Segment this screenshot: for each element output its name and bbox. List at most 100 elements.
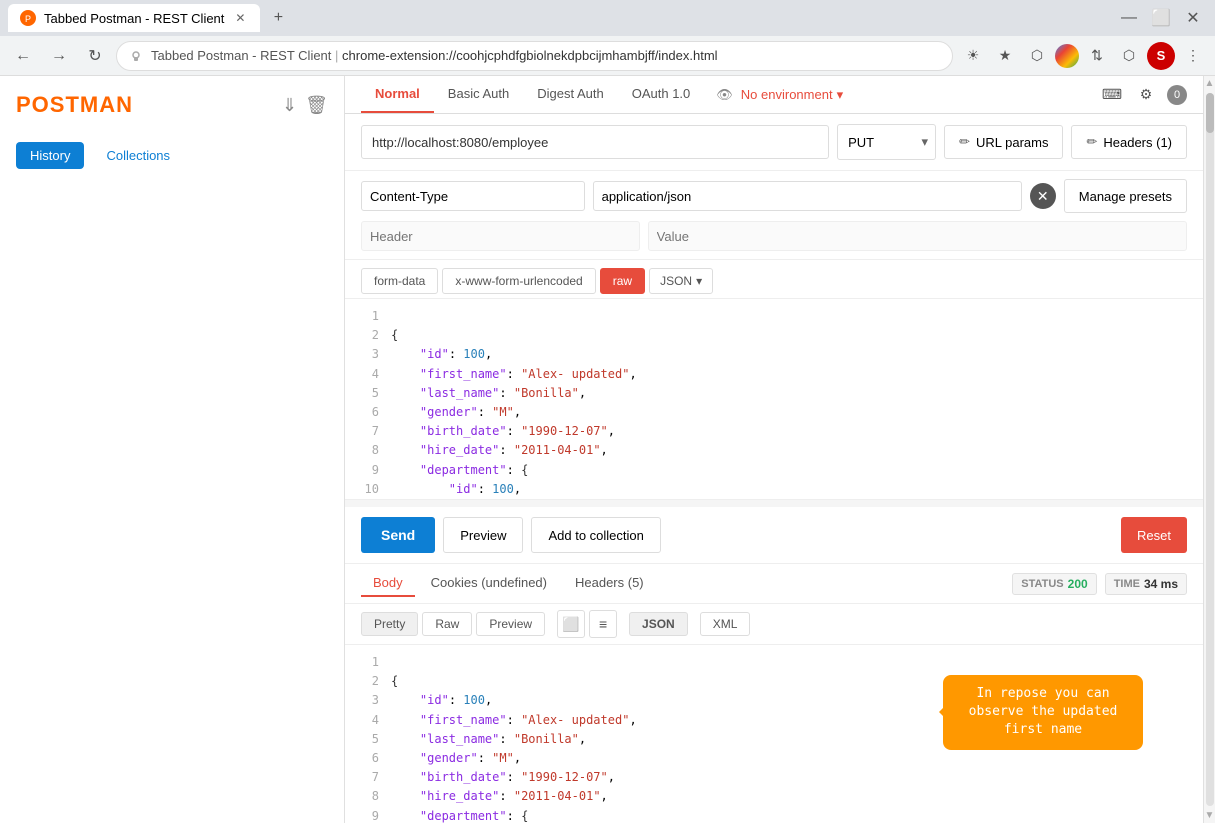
format-tab-raw[interactable]: Raw: [422, 612, 472, 636]
scroll-up-btn[interactable]: ▲: [1205, 78, 1215, 89]
address-text: Tabbed Postman - REST Client | chrome-ex…: [151, 48, 940, 63]
body-tab-form-data[interactable]: form-data: [361, 268, 438, 294]
url-input[interactable]: [361, 125, 829, 159]
tab-title: Tabbed Postman - REST Client: [44, 11, 224, 26]
extensions-icon[interactable]: ⬡: [1023, 42, 1051, 70]
body-tabs-section: form-data x-www-form-urlencoded raw JSON…: [345, 260, 1203, 299]
app-container: POSTMAN ⇓ 🗑 History Collections Normal B…: [0, 76, 1215, 823]
env-selector[interactable]: No environment ▾: [741, 87, 843, 103]
minimize-btn[interactable]: —: [1115, 4, 1143, 32]
url-params-btn[interactable]: ✏ URL params: [944, 125, 1063, 159]
request-code-content: { "id": 100, "first_name": "Alex- update…: [391, 307, 1187, 499]
scrollbar[interactable]: ▲ ▼: [1203, 76, 1215, 823]
json-chevron: ▾: [696, 274, 702, 288]
address-short: Tabbed Postman - REST Client: [151, 48, 331, 63]
trash-icon[interactable]: 🗑: [305, 95, 328, 116]
method-select[interactable]: GET POST PUT DELETE PATCH HEAD OPTIONS: [837, 124, 936, 160]
env-label: No environment: [741, 87, 833, 102]
browser-toolbar: ← → ↻ Tabbed Postman - REST Client | chr…: [0, 36, 1215, 76]
forward-btn[interactable]: →: [44, 41, 74, 71]
send-bar: Send Preview Add to collection Reset: [345, 507, 1203, 564]
header-key-input[interactable]: [361, 181, 585, 211]
header-value-input[interactable]: [593, 181, 1022, 211]
wrap-icon[interactable]: ⬜: [557, 610, 585, 638]
profile-icon[interactable]: S: [1147, 42, 1175, 70]
close-btn[interactable]: ✕: [1179, 4, 1207, 32]
browser-title-bar: P Tabbed Postman - REST Client ✕ + — ⬜ ✕: [0, 0, 1215, 36]
eye-icon[interactable]: 👁: [716, 87, 733, 103]
request-code-editor[interactable]: 123456789101112 { "id": 100, "first_name…: [345, 299, 1203, 499]
address-url: chrome-extension://coohjcphdfgbiolnekdpb…: [342, 48, 718, 63]
settings-icon[interactable]: ⚙: [1133, 82, 1159, 108]
extensions2-icon[interactable]: ⬡: [1115, 42, 1143, 70]
json-format-select[interactable]: JSON ▾: [649, 268, 713, 294]
tab-favicon: P: [20, 10, 36, 26]
svg-text:P: P: [25, 14, 31, 24]
address-bar[interactable]: Tabbed Postman - REST Client | chrome-ex…: [116, 41, 953, 71]
tab-close-btn[interactable]: ✕: [232, 10, 248, 26]
empty-header-input[interactable]: [361, 221, 640, 251]
address-separator: |: [335, 48, 342, 63]
status-label: STATUS: [1021, 578, 1063, 590]
callout-tooltip: In repose you can observe the updated fi…: [943, 675, 1143, 750]
scroll-thumb[interactable]: [1206, 93, 1214, 133]
response-line-numbers: 123456789101112: [361, 653, 391, 823]
body-tabs: form-data x-www-form-urlencoded raw JSON…: [361, 268, 1187, 294]
preview-btn[interactable]: Preview: [443, 517, 523, 553]
body-tab-urlencoded[interactable]: x-www-form-urlencoded: [442, 268, 595, 294]
url-bar: GET POST PUT DELETE PATCH HEAD OPTIONS ✏…: [345, 114, 1203, 171]
keyboard-icon[interactable]: ⌨: [1099, 82, 1125, 108]
badge-icon: 0: [1167, 85, 1187, 105]
sidebar-tab-history[interactable]: History: [16, 142, 84, 169]
sync-icon[interactable]: ⇅: [1083, 42, 1111, 70]
add-collection-btn[interactable]: Add to collection: [531, 517, 660, 553]
back-btn[interactable]: ←: [8, 41, 38, 71]
maximize-btn[interactable]: ⬜: [1147, 4, 1175, 32]
status-code: 200: [1068, 577, 1088, 591]
chrome-icon[interactable]: [1055, 44, 1079, 68]
request-auth-tabs: Normal Basic Auth Digest Auth OAuth 1.0 …: [345, 76, 1203, 114]
send-btn[interactable]: Send: [361, 517, 435, 553]
toolbar-icons: ☀ ★ ⬡ ⇅ ⬡ S ⋮: [959, 42, 1207, 70]
response-tab-cookies[interactable]: Cookies (undefined): [419, 570, 559, 597]
cast-icon[interactable]: ☀: [959, 42, 987, 70]
tab-oauth[interactable]: OAuth 1.0: [618, 76, 705, 113]
format-xml-btn[interactable]: XML: [700, 612, 751, 636]
bookmark-icon[interactable]: ★: [991, 42, 1019, 70]
refresh-btn[interactable]: ↻: [80, 41, 110, 71]
browser-tab[interactable]: P Tabbed Postman - REST Client ✕: [8, 4, 260, 32]
scroll-down-btn[interactable]: ▼: [1205, 810, 1215, 821]
align-icon[interactable]: ≡: [589, 610, 617, 638]
format-tab-preview[interactable]: Preview: [476, 612, 545, 636]
sidebar: POSTMAN ⇓ 🗑 History Collections: [0, 76, 345, 823]
response-tabs: Body Cookies (undefined) Headers (5) STA…: [345, 564, 1203, 604]
response-tab-body[interactable]: Body: [361, 570, 415, 597]
status-badges: STATUS 200 TIME 34 ms: [1012, 573, 1187, 595]
format-json-btn[interactable]: JSON: [629, 612, 688, 636]
secure-icon: [129, 49, 143, 63]
manage-presets-btn[interactable]: Manage presets: [1064, 179, 1187, 213]
format-tab-pretty[interactable]: Pretty: [361, 612, 418, 636]
time-badge: TIME 34 ms: [1105, 573, 1187, 595]
env-chevron: ▾: [837, 87, 844, 103]
headers-btn[interactable]: ✏ Headers (1): [1071, 125, 1187, 159]
sidebar-actions: ⇓ 🗑: [282, 95, 328, 116]
request-line-numbers: 123456789101112: [361, 307, 391, 499]
download-icon[interactable]: ⇓: [282, 95, 297, 116]
empty-value-input[interactable]: [648, 221, 1187, 251]
editor-resize-handle[interactable]: [345, 499, 1203, 507]
response-code: 123456789101112 { "id": 100, "first_name…: [345, 645, 1203, 823]
sidebar-tab-collections[interactable]: Collections: [92, 142, 184, 169]
status-badge: STATUS 200: [1012, 573, 1096, 595]
new-tab-button[interactable]: +: [264, 4, 292, 32]
response-format-tabs: Pretty Raw Preview ⬜ ≡ JSON XML: [345, 604, 1203, 645]
clear-header-btn[interactable]: ✕: [1030, 183, 1056, 209]
menu-icon[interactable]: ⋮: [1179, 42, 1207, 70]
tab-normal[interactable]: Normal: [361, 76, 434, 113]
tab-basic-auth[interactable]: Basic Auth: [434, 76, 523, 113]
body-tab-raw[interactable]: raw: [600, 268, 645, 294]
reset-btn[interactable]: Reset: [1121, 517, 1187, 553]
time-value: 34 ms: [1144, 577, 1178, 591]
tab-digest-auth[interactable]: Digest Auth: [523, 76, 618, 113]
response-tab-headers[interactable]: Headers (5): [563, 570, 656, 597]
